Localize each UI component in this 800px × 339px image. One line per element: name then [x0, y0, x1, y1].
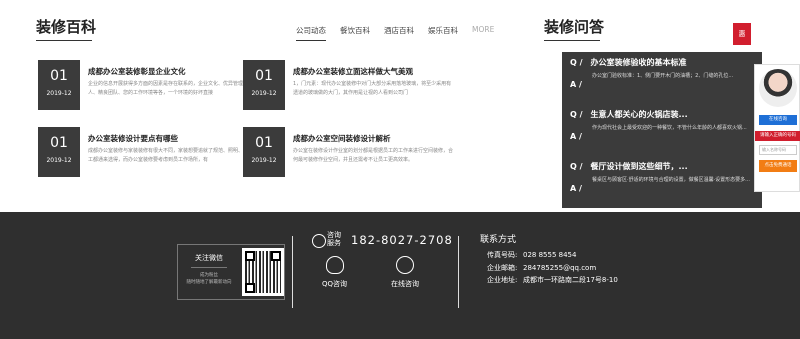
news-item[interactable]: 01 2019-12 办公室装修设计要点有哪些 成都办公室装修与家装装修有很大不… [38, 127, 248, 177]
tab-company-news[interactable]: 公司动态 [296, 25, 326, 41]
phone-number: 182-8027-2708 [351, 233, 453, 247]
wechat-sub1: 成为粉丝 [200, 273, 218, 278]
tab-more[interactable]: MORE [472, 25, 494, 41]
question-text[interactable]: 生意人都关心的火锅店装... [591, 110, 688, 119]
fax-value: 028 8555 8454 [523, 251, 577, 259]
news-item[interactable]: 01 2019-12 成都办公室装修立面这样做大气美观 1，门元素：现代办公室装… [243, 60, 453, 110]
side-red-tab[interactable]: 惠 [733, 23, 751, 45]
question-text[interactable]: 餐厅设计做到这些细节，... [591, 162, 688, 171]
wechat-sub2: 随时随地了解最新动向 [186, 280, 232, 285]
qq-icon[interactable] [326, 256, 344, 274]
address-value: 成都市一环路南二段17号8-10 [523, 276, 618, 284]
date-year-month: 2019-12 [251, 157, 277, 164]
footer-divider [292, 236, 293, 308]
qq-consult-link[interactable]: QQ咨询 [322, 279, 347, 289]
footer-divider [458, 236, 459, 308]
name-phone-input[interactable]: 输入名称号码 [759, 145, 797, 155]
fax-label: 传真号码: [487, 251, 518, 259]
news-title[interactable]: 办公室装修设计要点有哪些 [88, 133, 178, 144]
news-title[interactable]: 成都办公室装修立面这样做大气美观 [293, 66, 413, 77]
online-consult-button[interactable]: 在线咨询 [759, 115, 797, 125]
category-tabs: 公司动态 餐饮百科 酒店百科 娱乐百科 MORE [296, 25, 494, 41]
date-day: 01 [50, 68, 68, 84]
email-row: 企业邮箱: 284785255@qq.com [487, 263, 596, 273]
wechat-box: 关注微信 成为粉丝 随时随地了解最新动向 [177, 244, 285, 300]
news-item[interactable]: 01 2019-12 成都办公室装修彰显企业文化 企业的信息开展获得多方面的因素… [38, 60, 248, 110]
answer-text: 餐桌区与顾客区·舒适的环境与合理的设置，做餐区温馨·设置形态要多... [592, 177, 750, 183]
qa-title: 装修问答 [544, 18, 605, 36]
encyclopedia-title: 装修百科 [36, 18, 97, 36]
news-title[interactable]: 成都办公室空间装修设计解析 [293, 133, 391, 144]
qa-card[interactable]: Q / 餐厅设计做到这些细节，... A / 餐桌区与顾客区·舒适的环境与合理的设… [562, 156, 762, 208]
answer-marker: A / [570, 80, 582, 89]
contact-title: 联系方式 [480, 235, 517, 245]
tab-entertainment[interactable]: 娱乐百科 [428, 25, 458, 41]
qr-corner [245, 251, 255, 261]
news-desc: 成都办公室装修与家装装修有很大不同，家装想要追就了规范、照明、施工都通来选得，而… [88, 148, 248, 163]
free-call-button[interactable]: 点击免费通话 [759, 160, 797, 172]
date-year-month: 2019-12 [46, 90, 72, 97]
wechat-text: 关注微信 成为粉丝 随时随地了解最新动向 [178, 245, 240, 299]
phone-label-line2: 服务 [327, 239, 341, 247]
answer-text: 作为现代社会上最受欢迎的一种餐饮，不管什么年龄的人都喜欢火锅... [592, 125, 747, 131]
wechat-title: 关注微信 [195, 254, 223, 262]
answer-text: 办公室门验收标准：1、侧门要开木门的油槽；2、门缝的孔位... [592, 73, 734, 79]
email-label: 企业邮箱: [487, 264, 518, 272]
date-box: 01 2019-12 [243, 60, 285, 110]
phone-number-prompt: 请输入正确的号码 [755, 131, 800, 141]
wechat-divider [191, 267, 227, 268]
answer-marker: A / [570, 132, 582, 141]
news-desc: 办公室在装修设计作业室的划分都是根据员工的工作来进行空间装修，合何最可装修作业空… [293, 148, 453, 163]
news-desc: 企业的信息开展获得多方面的因素是存在联系的，企业文化、优异管理人、精良团队、您的… [88, 81, 244, 96]
date-box: 01 2019-12 [243, 127, 285, 177]
wechat-qr-code [242, 248, 284, 296]
date-box: 01 2019-12 [38, 60, 80, 110]
address-row: 企业地址: 成都市一环路南二段17号8-10 [487, 275, 618, 285]
encyclopedia-title-underline [36, 40, 92, 41]
consultant-avatar [759, 69, 797, 107]
date-day: 01 [255, 68, 273, 84]
question-row: Q / 办公室装修验收的基本标准 [570, 58, 687, 67]
news-item[interactable]: 01 2019-12 成都办公室空间装修设计解析 办公室在装修设计作业室的划分都… [243, 127, 453, 177]
news-desc: 1，门元素：现代办公室装修中对门大部分采用落地玻璃，将至少采用有透道的玻璃做的大… [293, 81, 452, 96]
qa-card[interactable]: Q / 生意人都关心的火锅店装... A / 作为现代社会上最受欢迎的一种餐饮，不… [562, 104, 762, 156]
answer-marker: A / [570, 184, 582, 193]
online-service-icon[interactable] [396, 256, 414, 274]
footer: 关注微信 成为粉丝 随时随地了解最新动向 [0, 212, 800, 339]
tab-hotel[interactable]: 酒店百科 [384, 25, 414, 41]
question-text[interactable]: 办公室装修验收的基本标准 [591, 58, 687, 67]
tab-catering[interactable]: 餐饮百科 [340, 25, 370, 41]
phone-service-label: 咨询 服务 [327, 231, 341, 247]
online-consult-link[interactable]: 在线咨询 [391, 279, 419, 289]
email-value[interactable]: 284785255@qq.com [523, 264, 596, 272]
address-label: 企业地址: [487, 276, 518, 284]
page: 装修百科 装修问答 公司动态 餐饮百科 酒店百科 娱乐百科 MORE 01 20… [0, 0, 800, 339]
date-year-month: 2019-12 [251, 90, 277, 97]
date-day: 01 [255, 135, 273, 151]
qr-corner [245, 283, 255, 293]
date-day: 01 [50, 135, 68, 151]
qr-corner [271, 251, 281, 261]
question-row: Q / 生意人都关心的火锅店装... [570, 110, 688, 119]
date-box: 01 2019-12 [38, 127, 80, 177]
phone-icon [312, 234, 326, 248]
question-row: Q / 餐厅设计做到这些细节，... [570, 162, 688, 171]
qa-card[interactable]: Q / 办公室装修验收的基本标准 A / 办公室门验收标准：1、侧门要开木门的油槽… [562, 52, 762, 104]
side-consult-widget: 在线咨询 请输入正确的号码 输入名称号码 点击免费通话 [754, 64, 800, 192]
news-title[interactable]: 成都办公室装修彰显企业文化 [88, 66, 186, 77]
phone-label-line1: 咨询 [327, 231, 341, 239]
fax-row: 传真号码: 028 8555 8454 [487, 250, 576, 260]
qa-title-underline [544, 40, 600, 41]
date-year-month: 2019-12 [46, 157, 72, 164]
